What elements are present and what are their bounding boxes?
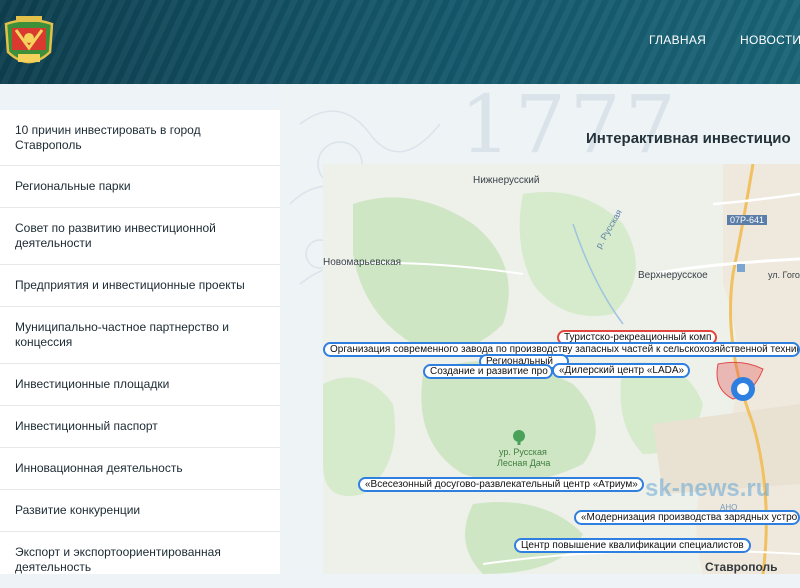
site-header: ГЛАВНАЯ НОВОСТИ xyxy=(0,0,800,84)
sidebar-item-label: Предприятия и инвестиционные проекты xyxy=(15,278,245,292)
map-label-novomaryevskaya: Новомарьевская xyxy=(323,257,402,268)
sidebar-item-label: Развитие конкуренции xyxy=(15,503,141,517)
watermark-text: sk-news.ru xyxy=(645,475,771,502)
sidebar-item-investment-passport[interactable]: Инвестиционный паспорт xyxy=(0,406,280,448)
investment-map[interactable]: Нижнерусский 07Р-641 р. Русская Новомарь… xyxy=(323,164,800,574)
page-title: Интерактивная инвестицио xyxy=(586,130,791,147)
sidebar-item-reasons[interactable]: 10 причин инвестировать в город Ставропо… xyxy=(0,110,280,166)
sidebar-item-competition[interactable]: Развитие конкуренции xyxy=(0,490,280,532)
sidebar-item-label: Совет по развитию инвестиционной деятель… xyxy=(15,221,216,250)
sidebar-item-label: Инвестиционный паспорт xyxy=(15,419,158,433)
map-marker[interactable]: Центр повышение квалификации специалисто… xyxy=(514,538,751,553)
map-marker[interactable]: Создание и развитие про xyxy=(423,364,553,379)
map-label-street: ул. Гогол xyxy=(768,270,800,280)
map-label-stavropol: Ставрополь xyxy=(705,560,778,574)
map-label-verhnerusskoe: Верхнерусское xyxy=(638,270,708,281)
watermark-subtext: АНО xyxy=(720,503,738,512)
sidebar-item-partnership[interactable]: Муниципально-частное партнерство и конце… xyxy=(0,307,280,364)
map-marker[interactable]: «Дилерский центр «LADA» xyxy=(552,363,690,378)
sidebar-item-label: Региональные парки xyxy=(15,179,131,193)
map-marker[interactable]: «Всесезонный досугово-развлекательный це… xyxy=(358,477,644,492)
map-label-nizhnerussky: Нижнерусский xyxy=(473,175,540,186)
sidebar-menu: 10 причин инвестировать в город Ставропо… xyxy=(0,110,280,574)
sidebar-item-innovation[interactable]: Инновационная деятельность xyxy=(0,448,280,490)
city-coat-of-arms-logo[interactable] xyxy=(2,14,56,72)
map-label-park-2: Лесная Дача xyxy=(497,458,551,468)
sidebar-item-label: Инновационная деятельность xyxy=(15,461,183,475)
nav-home-link[interactable]: ГЛАВНАЯ xyxy=(649,33,706,47)
map-marker[interactable]: «Модернизация производства зарядных устр… xyxy=(574,510,800,525)
sidebar-item-label: 10 причин инвестировать в город Ставропо… xyxy=(15,122,201,152)
sidebar-item-enterprises[interactable]: Предприятия и инвестиционные проекты xyxy=(0,265,280,307)
sidebar-item-investment-sites[interactable]: Инвестиционные площадки xyxy=(0,364,280,406)
map-label-park: ур. Русская xyxy=(499,447,547,457)
nav-news-link[interactable]: НОВОСТИ xyxy=(740,33,800,47)
sidebar-item-regional-parks[interactable]: Региональные парки xyxy=(0,166,280,208)
sidebar-item-label: Муниципально-частное партнерство и конце… xyxy=(15,320,229,349)
map-road-badge: 07Р-641 xyxy=(727,215,768,225)
sidebar-item-label: Инвестиционные площадки xyxy=(15,377,170,391)
decorative-year-text: 1777 xyxy=(460,78,680,171)
sidebar-item-label: Экспорт и экспортоориентированная деятел… xyxy=(15,545,221,574)
sidebar-item-export[interactable]: Экспорт и экспортоориентированная деятел… xyxy=(0,532,280,588)
sidebar-item-investment-council[interactable]: Совет по развитию инвестиционной деятель… xyxy=(0,208,280,265)
